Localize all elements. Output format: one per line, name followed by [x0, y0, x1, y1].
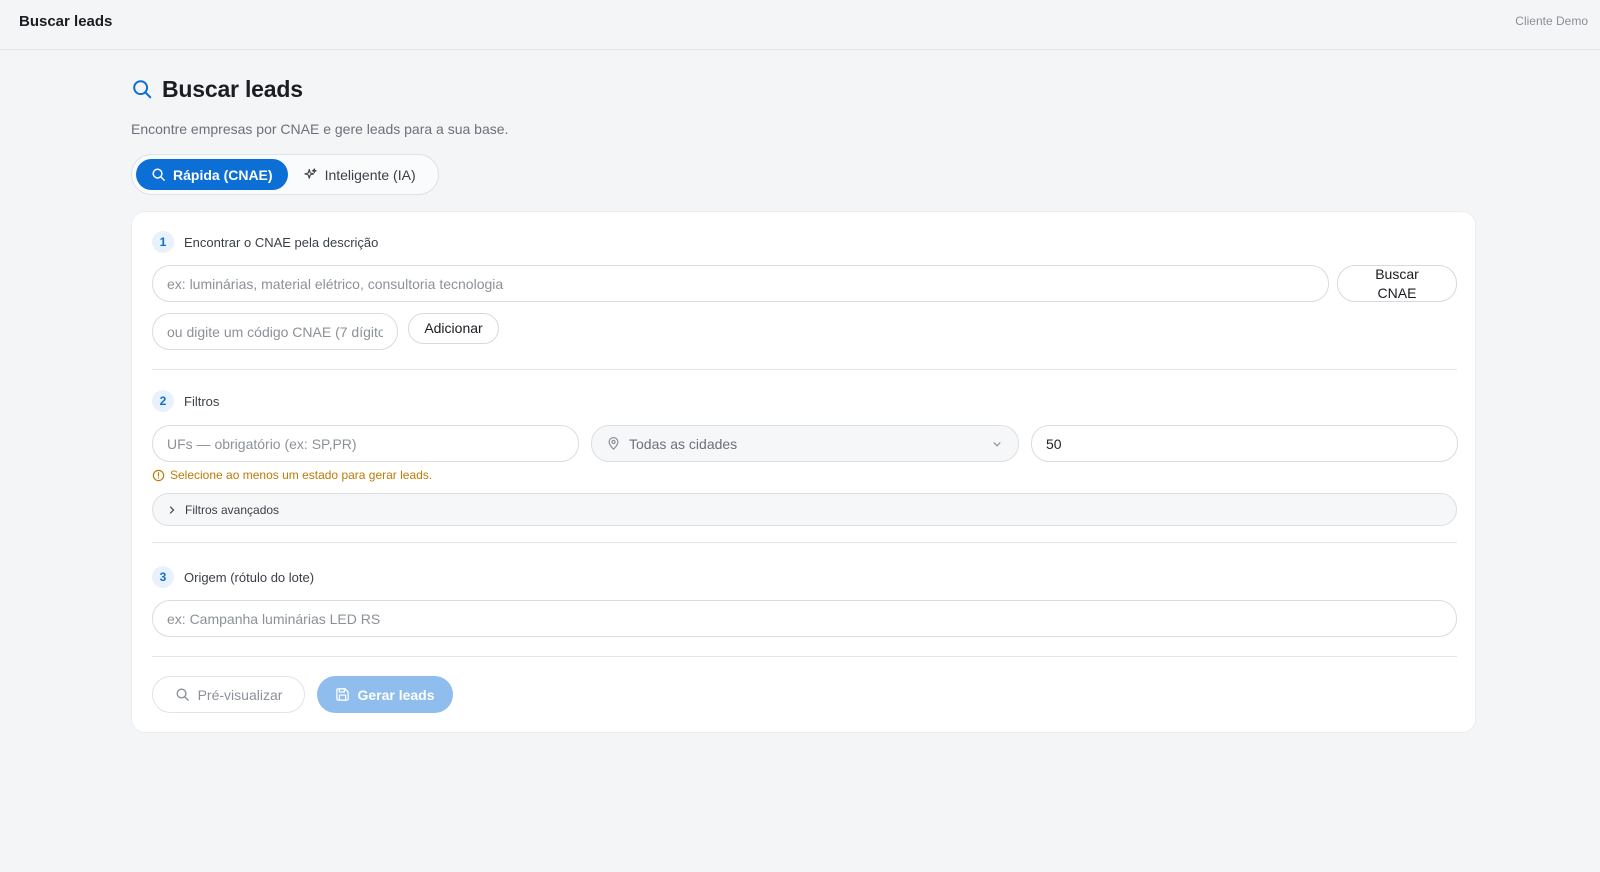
advanced-filters-toggle[interactable]: Filtros avançados: [152, 493, 1457, 526]
map-pin-icon: [608, 436, 619, 450]
user-name[interactable]: Cliente Demo: [1515, 14, 1588, 28]
cnae-description-input[interactable]: [152, 265, 1329, 302]
app-title: Buscar leads: [19, 13, 113, 30]
lead-search-card: 1 Encontrar o CNAE pela descrição Buscar…: [131, 211, 1476, 733]
tab-quick-cnae[interactable]: Rápida (CNAE): [136, 159, 288, 190]
step-label: Origem (rótulo do lote): [184, 569, 315, 585]
preview-button-label: Pré-visualizar: [197, 686, 283, 703]
city-select[interactable]: Todas as cidades: [591, 425, 1019, 462]
advanced-filters-label: Filtros avançados: [185, 502, 280, 517]
step-2-header: 2 Filtros: [152, 390, 219, 412]
uf-input[interactable]: [152, 425, 579, 462]
alert-circle-icon: [152, 469, 165, 481]
tab-smart-ai-label: Inteligente (IA): [324, 166, 416, 183]
add-cnae-button[interactable]: Adicionar: [408, 313, 499, 344]
search-cnae-button-label-line2: CNAE: [1377, 284, 1417, 301]
top-bar: Buscar leads Cliente Demo: [0, 0, 1600, 50]
limit-input[interactable]: [1031, 425, 1458, 462]
chevron-right-icon: [169, 505, 175, 514]
uf-warning: Selecione ao menos um estado para gerar …: [152, 468, 432, 482]
step-label: Filtros: [184, 393, 220, 409]
uf-warning-text: Selecione ao menos um estado para gerar …: [170, 468, 433, 482]
preview-button[interactable]: Pré-visualizar: [152, 676, 305, 713]
add-cnae-button-label: Adicionar: [424, 320, 483, 336]
search-mode-switch: Rápida (CNAE) Inteligente (IA): [131, 154, 439, 195]
search-cnae-button[interactable]: Buscar CNAE: [1337, 265, 1457, 302]
generate-leads-button-label: Gerar leads: [357, 686, 435, 703]
save-icon: [336, 688, 350, 701]
chevron-down-icon: [993, 441, 1001, 447]
search-icon: [152, 168, 165, 181]
search-cnae-button-label-line1: Buscar: [1375, 265, 1419, 282]
origin-input[interactable]: [152, 600, 1457, 637]
tab-smart-ai[interactable]: Inteligente (IA): [288, 159, 431, 190]
page-title: Buscar leads: [162, 75, 303, 102]
step-label: Encontrar o CNAE pela descrição: [184, 234, 379, 250]
sparkles-icon: [303, 168, 317, 179]
step-1-header: 1 Encontrar o CNAE pela descrição: [152, 231, 378, 253]
page-header: Buscar leads: [131, 74, 303, 104]
generate-leads-button[interactable]: Gerar leads: [317, 676, 453, 713]
step-3-header: 3 Origem (rótulo do lote): [152, 566, 314, 588]
search-icon: [176, 688, 189, 701]
page-subtitle: Encontre empresas por CNAE e gere leads …: [131, 121, 509, 137]
divider: [152, 369, 1457, 370]
divider: [152, 542, 1457, 543]
divider: [152, 656, 1457, 657]
cnae-code-input[interactable]: [152, 313, 398, 350]
step-number: 2: [152, 390, 174, 412]
step-number: 1: [152, 231, 174, 253]
city-select-value: Todas as cidades: [629, 435, 738, 452]
step-number: 3: [152, 566, 174, 588]
search-icon: [133, 80, 152, 99]
tab-quick-cnae-label: Rápida (CNAE): [173, 166, 273, 183]
